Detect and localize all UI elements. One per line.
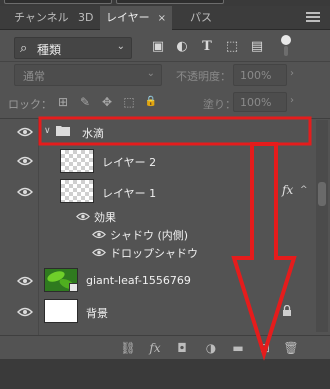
eye-icon[interactable] [17,307,33,317]
eye-icon[interactable] [17,187,33,197]
fill-value: 100% [240,96,272,109]
layer-name: レイヤー 2 [102,156,157,169]
divider [0,61,330,62]
smart-object-icon [69,283,78,292]
filter-kind-select[interactable]: ⌕ 種類 ⌄ [14,37,132,59]
link-icon[interactable]: ⛓ [120,340,136,356]
layer-row[interactable]: 背景 [0,295,312,327]
eye-icon[interactable] [17,276,33,286]
text-filter-icon[interactable]: T [199,39,215,55]
lock-icon [283,305,291,316]
tab-layers[interactable]: レイヤー × [100,6,173,30]
chevron-right-icon[interactable]: › [290,68,294,79]
tab-channels[interactable]: チャンネル [8,6,75,30]
effect-name: ドロップシャドウ [110,247,198,260]
layer-name: レイヤー 1 [102,187,157,200]
layer-thumbnail [60,179,94,203]
top-button-left[interactable] [4,0,112,4]
layer-thumbnail [60,149,94,173]
image-filter-icon[interactable]: ▣ [150,39,166,55]
adjustment-filter-icon[interactable]: ◐ [174,39,190,55]
mask-icon[interactable]: ◘ [174,340,190,356]
layer-group-row[interactable]: ∨ 水滴 [0,119,312,145]
lock-all-icon[interactable]: 🔒 [144,95,158,109]
chevron-up-icon[interactable]: ^ [300,185,308,195]
chevron-down-icon: ⌄ [146,68,155,79]
layer-name: 水滴 [82,127,104,140]
fill-label: 塗り： [203,98,236,111]
shape-filter-icon[interactable]: ⬚ [224,39,240,55]
tab-paths[interactable]: パス [184,6,218,30]
opacity-value: 100% [240,69,272,82]
layer-name: 背景 [86,307,108,320]
folder-icon[interactable]: ▬ [230,340,246,356]
search-icon: ⌕ [20,41,28,56]
eye-icon[interactable] [17,127,33,137]
blend-mode-value: 通常 [23,70,45,83]
folder-icon [56,126,70,136]
scrollbar-thumb[interactable] [318,182,326,206]
fill-input[interactable]: 100% [233,92,287,112]
chevron-down-icon[interactable]: ∨ [44,126,51,136]
trash-icon[interactable]: 🗑 [283,340,299,356]
effects-label: 効果 [94,211,116,224]
close-icon[interactable]: × [158,13,166,24]
layer-thumbnail [44,299,78,323]
tab-layers-label: レイヤー [106,11,150,24]
layers-list: ∨ 水滴 レイヤー 2 レイヤー 1 fx ^ 効果 シャドウ (内側) ドロッ… [0,118,330,335]
filter-toggle[interactable] [281,35,291,57]
filter-kind-label: 種類 [37,43,62,57]
opacity-label: 不透明度： [176,70,231,83]
layer-row[interactable]: レイヤー 1 fx ^ [0,177,312,207]
opacity-input[interactable]: 100% [233,64,287,86]
chevron-right-icon[interactable]: › [290,95,294,106]
layer-row[interactable]: giant-leaf-1556769 [0,265,312,295]
chevron-down-icon: ⌄ [116,41,125,52]
panel-tabbar: チャンネル 3D レイヤー × パス [0,6,330,30]
layer-row[interactable]: レイヤー 2 [0,145,312,177]
blend-mode-select[interactable]: 通常 ⌄ [14,64,162,86]
lock-label: ロック： [8,98,52,111]
eye-icon[interactable] [76,212,92,222]
tab-3d[interactable]: 3D [72,6,99,30]
new-layer-icon[interactable]: ⊡ [257,340,273,356]
eye-icon[interactable] [92,230,108,240]
lock-transparency-icon[interactable]: ⊞ [56,95,70,109]
effects-row[interactable]: 効果 [0,207,312,225]
effect-row[interactable]: シャドウ (内側) [0,225,312,243]
adjustment-icon[interactable]: ◑ [203,340,219,356]
top-button-right[interactable] [116,0,224,4]
effect-row[interactable]: ドロップシャドウ [0,243,312,265]
lock-artboard-icon[interactable]: ⬚ [122,95,136,109]
layers-bottom-toolbar: ⛓ fx ◘ ◑ ▬ ⊡ 🗑 [0,335,330,359]
layer-thumbnail [44,268,78,292]
lock-position-icon[interactable]: ✥ [100,95,114,109]
fx-icon[interactable]: fx [147,340,163,356]
lock-pixels-icon[interactable]: ✎ [78,95,92,109]
panel-footer [0,359,330,389]
scrollbar[interactable] [316,120,328,332]
effect-name: シャドウ (内側) [110,229,189,242]
layer-name: giant-leaf-1556769 [86,274,191,287]
panel-menu-icon[interactable] [306,10,320,24]
smart-object-filter-icon[interactable]: ▤ [249,39,265,55]
eye-icon[interactable] [17,156,33,166]
eye-icon[interactable] [92,248,108,258]
fx-icon[interactable]: fx [282,183,293,197]
